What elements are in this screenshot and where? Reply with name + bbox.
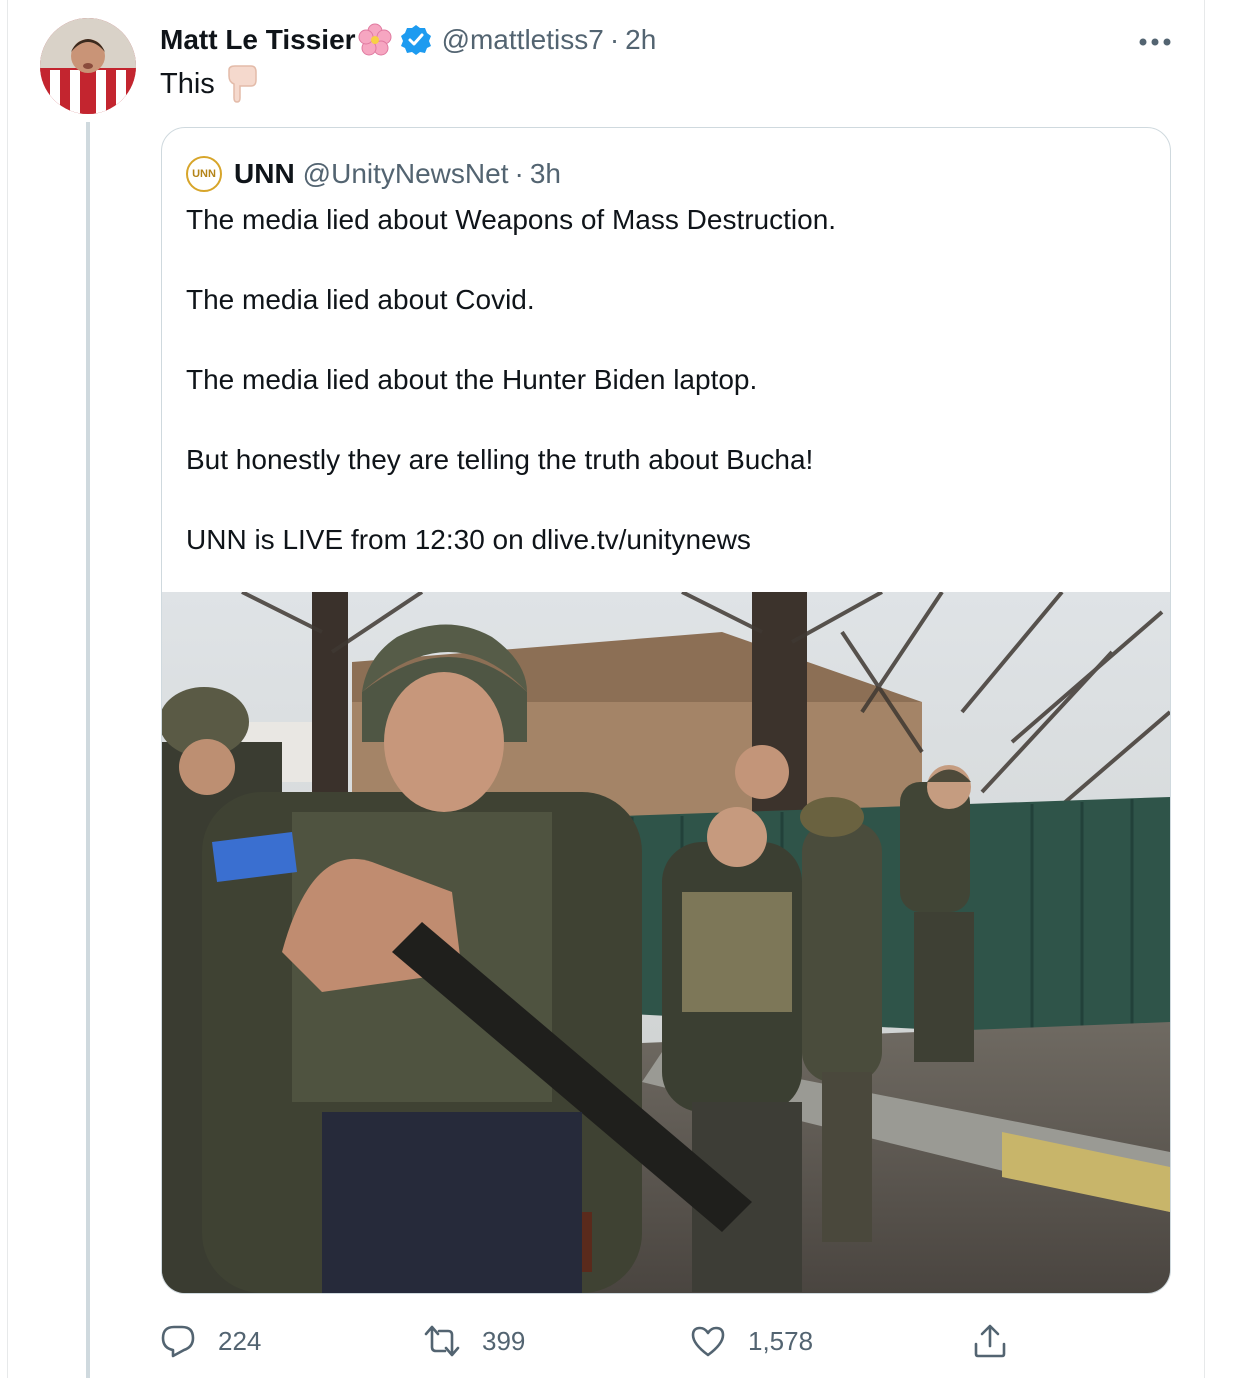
quoted-tweet-timestamp: 3h [529, 158, 561, 189]
quoted-tweet-header: UNN UNN @UnityNewsNet · 3h [186, 156, 561, 192]
tweet-body: This [160, 67, 215, 100]
thread-line [86, 122, 90, 1378]
separator-dot: · [514, 158, 524, 189]
quoted-text-line: UNN is LIVE from 12:30 on dlive.tv/unity… [186, 524, 751, 555]
retweet-count: 399 [482, 1325, 526, 1356]
tweet-text: This [160, 64, 259, 104]
author-handle[interactable]: @mattletiss7 [442, 24, 604, 56]
quoted-text-line: The media lied about Covid. [186, 284, 535, 315]
separator-dot: · [609, 24, 620, 55]
cherry-blossom-icon [358, 23, 392, 57]
retweet-icon [424, 1323, 460, 1359]
tweet-header: Matt Le Tissier @mattletiss7 · 2h [160, 20, 656, 60]
reply-action[interactable]: 224 [160, 1316, 261, 1366]
quoted-text-line: The media lied about the Hunter Biden la… [186, 364, 758, 395]
reply-count: 224 [218, 1325, 262, 1356]
like-action[interactable]: 1,578 [690, 1316, 813, 1366]
author-avatar[interactable] [40, 18, 136, 114]
pointing-down-icon [225, 64, 259, 104]
reply-icon [160, 1323, 196, 1359]
tweet-actions-bar: 224 399 1,578 [160, 1316, 1060, 1366]
quoted-author-handle: @UnityNewsNet [302, 158, 509, 189]
quoted-text-line: The media lied about Weapons of Mass Des… [186, 204, 837, 235]
quoted-text-line: But honestly they are telling the truth … [186, 444, 814, 475]
quoted-tweet-card[interactable]: UNN UNN @UnityNewsNet · 3h The media lie… [161, 127, 1171, 1294]
share-action[interactable] [972, 1316, 1008, 1366]
timeline-left-border [7, 0, 8, 1378]
quoted-author-avatar: UNN [186, 156, 222, 192]
timeline-right-border [1204, 0, 1205, 1378]
like-count: 1,578 [748, 1325, 814, 1356]
more-options-icon[interactable] [1138, 34, 1172, 46]
retweet-action[interactable]: 399 [424, 1316, 525, 1366]
tweet-timestamp[interactable]: 2h [625, 24, 656, 56]
share-icon [972, 1323, 1008, 1359]
author-name[interactable]: Matt Le Tissier [160, 24, 356, 56]
verified-badge-icon [400, 24, 432, 56]
heart-icon [690, 1323, 726, 1359]
quoted-author-name: UNN [234, 158, 295, 189]
quoted-tweet-photo[interactable] [162, 592, 1170, 1293]
